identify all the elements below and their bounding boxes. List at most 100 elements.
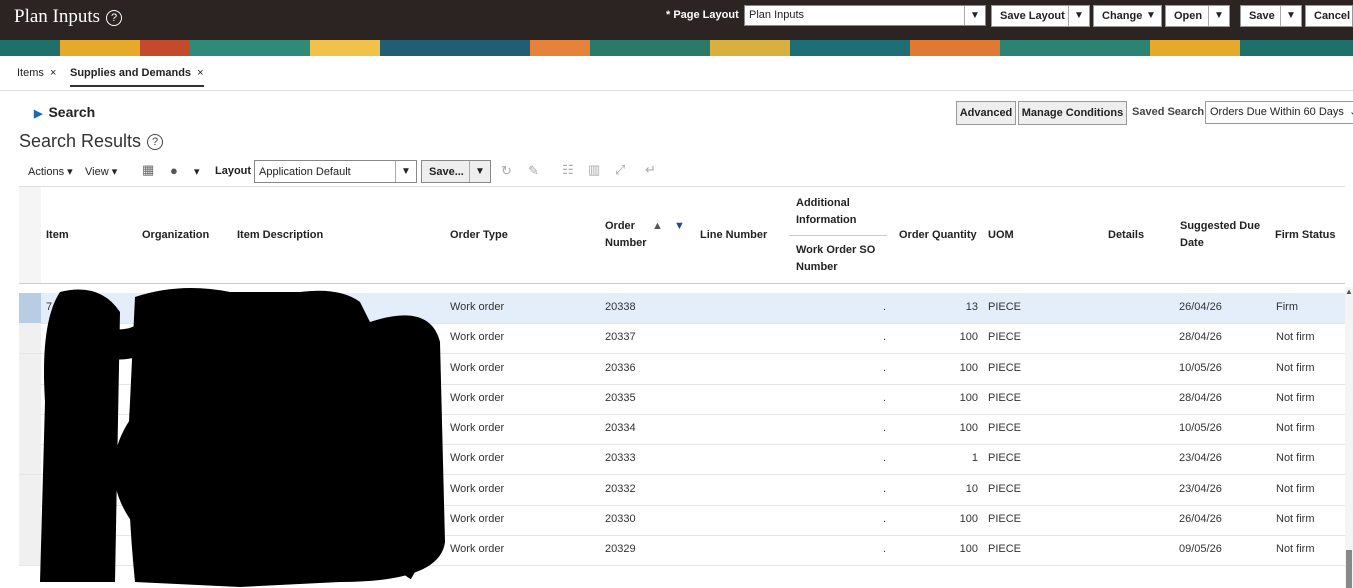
col-item-description[interactable]: Item Description xyxy=(237,227,323,244)
filter-icon[interactable]: ☷ xyxy=(562,162,574,178)
due-date-cell: 23/04/26 xyxy=(1179,482,1222,495)
chevron-down-icon[interactable]: ▼ xyxy=(1141,6,1161,26)
header-divider xyxy=(789,235,887,236)
edit-icon[interactable]: ✎ xyxy=(528,163,539,179)
firm-status-cell: Not firm xyxy=(1276,482,1315,495)
uom-cell: PIECE xyxy=(988,512,1022,525)
grid-icon[interactable]: ▥ xyxy=(588,162,600,178)
order-number-cell[interactable]: 20336 xyxy=(605,362,636,374)
close-icon[interactable]: × xyxy=(197,67,203,79)
detach-icon[interactable]: ⤢ xyxy=(615,162,625,178)
row-selector[interactable] xyxy=(19,293,41,323)
search-toggle[interactable]: ▶ Search xyxy=(34,104,95,120)
cancel-label: Cancel xyxy=(1314,10,1351,22)
chevron-down-icon[interactable]: ▼ xyxy=(395,161,416,182)
chevron-down-icon[interactable]: ▼ xyxy=(964,6,985,25)
uom-cell: PIECE xyxy=(988,331,1022,344)
layout-value: Application Default xyxy=(259,166,351,178)
change-button[interactable]: Change ▼ xyxy=(1093,5,1162,27)
row-selector[interactable] xyxy=(19,474,41,505)
order-number-cell[interactable]: 20333 xyxy=(605,452,636,464)
save-layout-button[interactable]: Save Layout ▼ xyxy=(991,5,1090,27)
go-icon[interactable]: ● xyxy=(170,163,178,178)
row-selector[interactable] xyxy=(19,414,41,444)
row-selector[interactable] xyxy=(19,323,41,354)
order-number-cell[interactable]: 20337 xyxy=(605,331,636,343)
order-number-cell[interactable]: 20335 xyxy=(605,392,636,404)
help-icon[interactable]: ? xyxy=(147,134,164,151)
vertical-scrollbar[interactable]: ▲ xyxy=(1345,287,1353,588)
refresh-icon[interactable]: ↻ xyxy=(501,163,512,179)
order-number-cell[interactable]: 20329 xyxy=(605,543,636,555)
sort-descending-icon[interactable]: ▼ xyxy=(674,218,685,235)
row-selector[interactable] xyxy=(19,444,41,475)
order-quantity-cell: 10 xyxy=(965,482,978,495)
firm-status-cell: Not firm xyxy=(1276,391,1315,404)
order-quantity-cell: 100 xyxy=(959,391,978,404)
col-additional-information[interactable]: Additional Information xyxy=(796,195,886,229)
work-order-so-number-cell: . xyxy=(883,482,887,495)
tab-supplies-and-demands[interactable]: Supplies and Demands × xyxy=(70,67,204,87)
actions-menu[interactable]: Actions ▾ xyxy=(28,165,73,178)
freeze-icon[interactable]: ▦ xyxy=(142,162,154,178)
layout-save-button[interactable]: Save... ▼ xyxy=(421,160,491,183)
col-details[interactable]: Details xyxy=(1108,227,1144,244)
chevron-down-icon[interactable]: ▼ xyxy=(1280,6,1301,26)
col-organization[interactable]: Organization xyxy=(142,227,209,244)
row-selector[interactable] xyxy=(19,353,41,384)
page-layout-value: Plan Inputs xyxy=(749,9,805,21)
order-quantity-cell: 100 xyxy=(959,422,978,434)
manage-conditions-button[interactable]: Manage Conditions xyxy=(1018,101,1127,125)
search-results-heading: Search Results? xyxy=(19,131,164,152)
save-button[interactable]: Save ▼ xyxy=(1240,5,1302,27)
page-layout-select[interactable]: Plan Inputs ▼ xyxy=(744,5,986,26)
due-date-cell: 10/05/26 xyxy=(1179,361,1222,374)
layout-select[interactable]: Application Default ▼ xyxy=(254,160,417,183)
order-quantity-cell: 100 xyxy=(959,331,978,344)
order-number-cell[interactable]: 20334 xyxy=(605,422,636,434)
order-type-cell: Work order xyxy=(450,361,505,374)
order-type-cell: Work order xyxy=(450,391,505,404)
order-number-cell[interactable]: 20332 xyxy=(605,483,636,495)
due-date-cell: 23/04/26 xyxy=(1179,452,1222,465)
row-selector[interactable] xyxy=(19,383,41,414)
cancel-button[interactable]: Cancel xyxy=(1305,5,1353,27)
tab-items[interactable]: Items × xyxy=(17,67,56,79)
chevron-down-icon[interactable]: ▼ xyxy=(1208,6,1229,26)
col-line-number[interactable]: Line Number xyxy=(700,227,767,244)
col-order-type[interactable]: Order Type xyxy=(450,227,508,244)
col-item[interactable]: Item xyxy=(46,227,69,244)
order-number-cell[interactable]: 20330 xyxy=(605,513,636,525)
chevron-down-icon[interactable]: ▼ xyxy=(1068,6,1089,26)
tab-supplies-label: Supplies and Demands xyxy=(70,67,192,79)
view-label: View xyxy=(85,166,109,178)
col-uom[interactable]: UOM xyxy=(988,227,1014,244)
col-order-number[interactable]: Order Number xyxy=(605,218,655,252)
open-button[interactable]: Open ▼ xyxy=(1165,5,1230,27)
col-firm-status[interactable]: Firm Status xyxy=(1275,227,1336,244)
chevron-down-icon[interactable]: ▾ xyxy=(194,165,200,178)
order-number-cell[interactable]: 20338 xyxy=(605,301,636,313)
view-menu[interactable]: View ▾ xyxy=(85,165,117,178)
close-icon[interactable]: × xyxy=(50,67,56,79)
col-work-order-so-number[interactable]: Work Order SO Number xyxy=(796,242,886,276)
saved-search-select[interactable]: Orders Due Within 60 Days ⌄ xyxy=(1205,101,1353,124)
wrap-icon[interactable]: ↵ xyxy=(645,162,656,178)
col-suggested-due-date[interactable]: Suggested Due Date xyxy=(1180,218,1270,252)
sort-ascending-icon[interactable]: ▲ xyxy=(652,218,663,235)
order-type-cell: Work order xyxy=(450,452,505,465)
due-date-cell: 09/05/26 xyxy=(1179,543,1222,555)
chevron-down-icon[interactable]: ▼ xyxy=(469,161,490,182)
scroll-up-icon[interactable]: ▲ xyxy=(1345,287,1353,296)
col-order-quantity[interactable]: Order Quantity xyxy=(899,227,977,244)
order-type-cell: Work order xyxy=(450,482,505,495)
order-type-cell: Work order xyxy=(450,543,505,555)
scrollbar-thumb[interactable] xyxy=(1346,550,1352,588)
help-icon[interactable]: ? xyxy=(106,9,123,26)
row-selector[interactable] xyxy=(19,535,41,565)
advanced-button[interactable]: Advanced xyxy=(956,101,1016,125)
work-order-so-number-cell: . xyxy=(883,452,887,465)
row-selector[interactable] xyxy=(19,504,41,535)
firm-status-cell: Not firm xyxy=(1276,361,1315,374)
table-header: Item Organization Item Description Order… xyxy=(19,186,1345,284)
